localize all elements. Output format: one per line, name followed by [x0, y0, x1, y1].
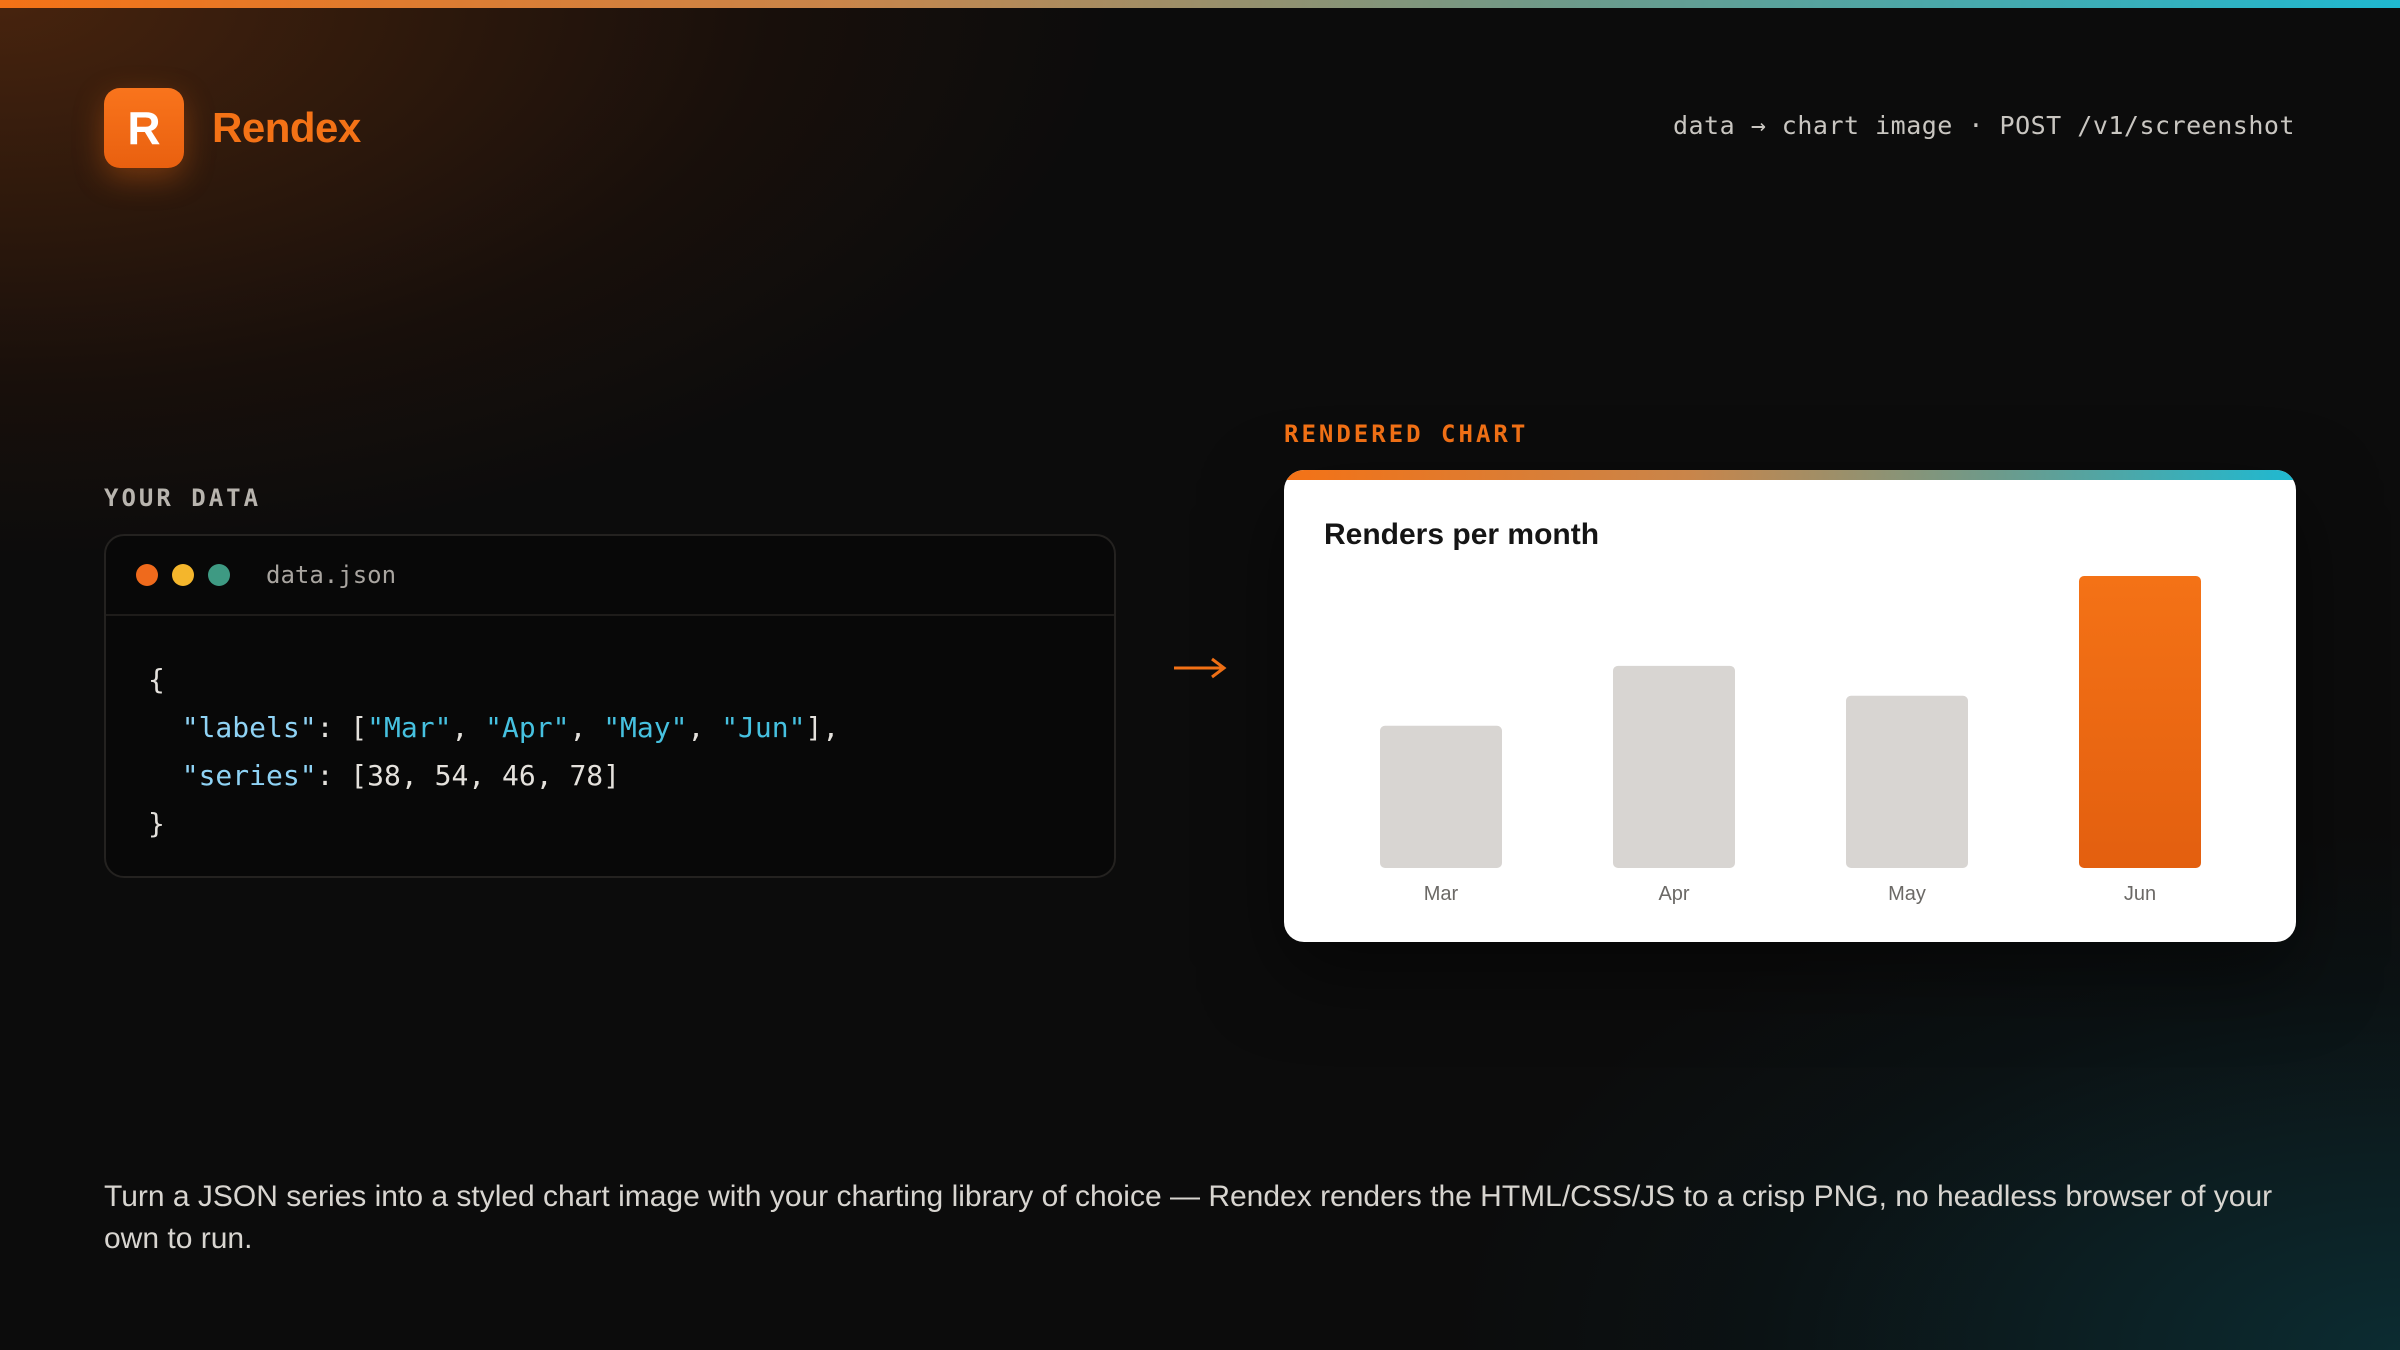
tagline: Turn a JSON series into a styled chart i…	[104, 1180, 2273, 1255]
data-section-label: YOUR DATA	[104, 484, 262, 512]
code-open-brace: {	[148, 663, 165, 696]
bar-apr	[1613, 665, 1735, 868]
brand: R Rendex	[104, 88, 361, 168]
chart-card: Renders per month Mar Apr May Jun	[1284, 470, 2296, 942]
x-tick-label: Jun	[2124, 883, 2156, 905]
x-tick-label: May	[1888, 883, 1926, 905]
bar-mar	[1380, 725, 1502, 868]
code-body: { "labels": ["Mar", "Apr", "May", "Jun"]…	[148, 663, 840, 840]
file-name: data.json	[266, 561, 397, 589]
maximize-dot-icon	[208, 564, 230, 586]
x-tick-label: Mar	[1424, 883, 1459, 905]
code-label-value: "Apr"	[485, 711, 570, 744]
code-series-key: "series"	[181, 759, 317, 792]
logo-icon: R	[104, 88, 184, 168]
endpoint-tag: data → chart image · POST /v1/screenshot	[1672, 111, 2295, 140]
code-close-brace: }	[148, 807, 165, 840]
code-labels-key: "labels"	[181, 711, 317, 744]
bar-jun	[2079, 576, 2201, 868]
x-tick-label: Apr	[1658, 883, 1689, 905]
chart-section-label: RENDERED CHART	[1284, 420, 1529, 448]
code-label-value: "Mar"	[367, 711, 452, 744]
code-label-value: "Jun"	[721, 711, 806, 744]
bar-may	[1846, 695, 1968, 868]
code-card: data.json { "labels": ["Mar", "Apr", "Ma…	[104, 534, 1116, 878]
code-card-header: data.json	[106, 536, 1114, 616]
bar-chart: Mar Apr May Jun	[1380, 576, 2201, 905]
brand-name: Rendex	[212, 104, 361, 151]
arrow-right-icon	[1174, 657, 1227, 679]
top-gradient-strip	[0, 0, 2400, 8]
code-series-values: [38, 54, 46, 78]	[350, 759, 621, 792]
code-label-value: "May"	[603, 711, 688, 744]
minimize-dot-icon	[172, 564, 194, 586]
close-dot-icon	[136, 564, 158, 586]
